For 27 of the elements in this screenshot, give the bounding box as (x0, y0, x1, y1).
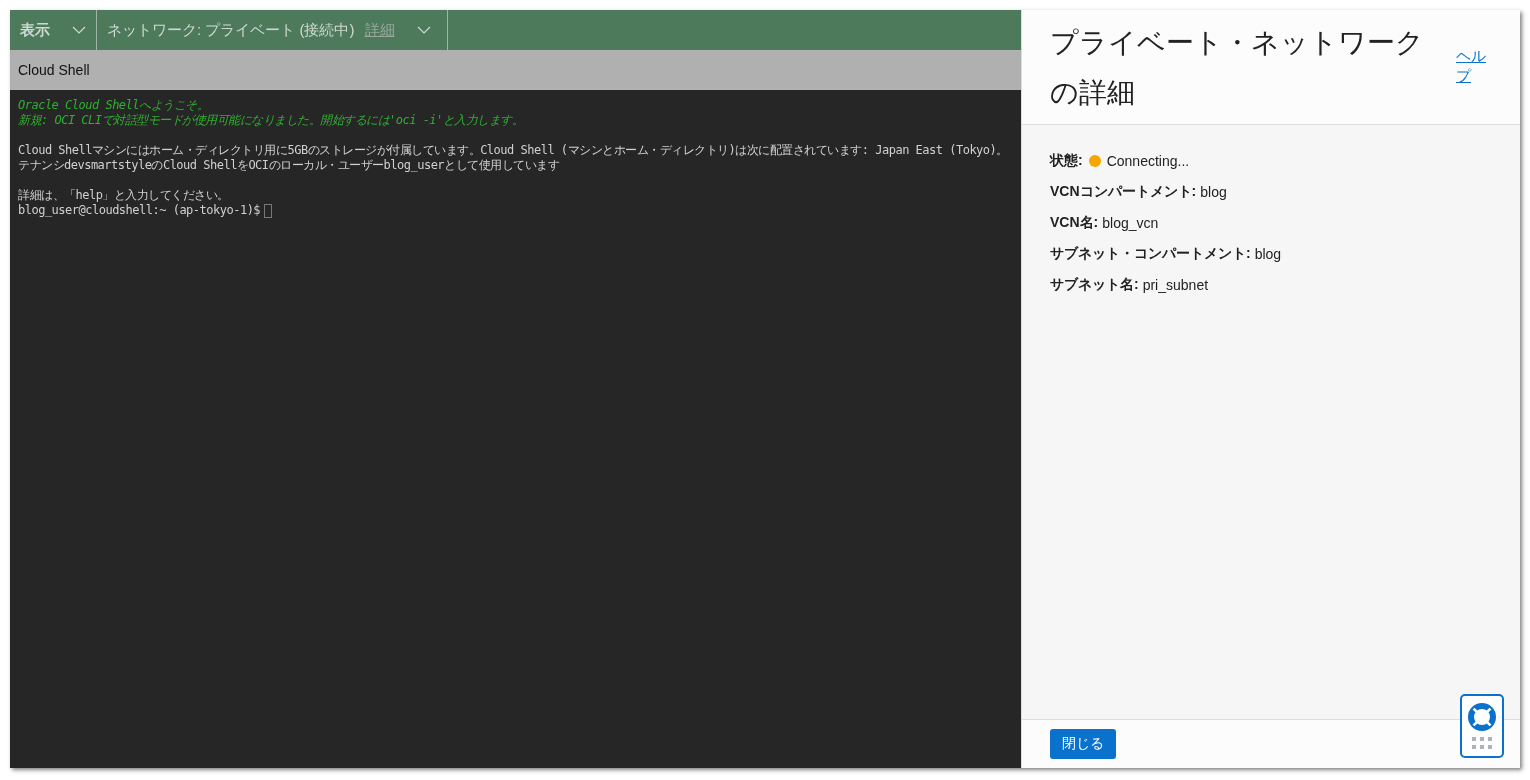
field-label: サブネット・コンパートメント: (1050, 244, 1251, 263)
grid-dots-icon (1471, 736, 1493, 750)
panel-title: プライベート・ネットワークの詳細 (1050, 26, 1425, 110)
details-link[interactable]: 詳細 (364, 20, 395, 40)
cursor-icon (264, 203, 273, 218)
terminal-line: Cloud Shellマシンにはホーム・ディレクトリ用に5GBのストレージが付属しています。Cloud Shell (マシンとホーム・ディレクトリ)は次に配置されています: Japan East (Tokyo)。 (18, 143, 1009, 158)
field-value: pri_subnet (1142, 276, 1209, 293)
field-label: 状態: (1050, 151, 1083, 170)
lifebuoy-icon (1467, 702, 1497, 732)
terminal-line: Oracle Cloud Shellへようこそ。 (18, 98, 210, 113)
terminal-line: テナンシdevsmartstyleのCloud ShellをOCIのローカル・ユーザーblog_userとして使用しています (18, 158, 561, 173)
terminal-line: 新規: OCI CLIで対話型モードが使用可能になりました。開始するには'oci -i'と入力します。 (18, 113, 525, 128)
field-value: blog_vcn (1102, 214, 1159, 231)
field-value: blog (1254, 245, 1282, 262)
shell-title: Cloud Shell (18, 62, 90, 78)
chevron-down-icon (72, 26, 86, 34)
field-label: サブネット名: (1050, 275, 1139, 294)
field-label: VCNコンパートメント: (1050, 182, 1197, 201)
terminal-line: 詳細は、「help」と入力してください。 (18, 188, 230, 203)
field-label: VCN名: (1050, 213, 1099, 232)
chevron-down-icon (416, 26, 431, 34)
help-widget[interactable] (1460, 694, 1504, 758)
terminal-prompt: blog_user@cloudshell:~ (ap-tokyo-1)$ (18, 203, 261, 218)
field-value: Connecting... (1106, 152, 1190, 169)
close-button[interactable]: 閉じる (1050, 729, 1116, 759)
help-link[interactable]: ヘルプ (1456, 46, 1490, 118)
field-value: blog (1200, 183, 1227, 200)
